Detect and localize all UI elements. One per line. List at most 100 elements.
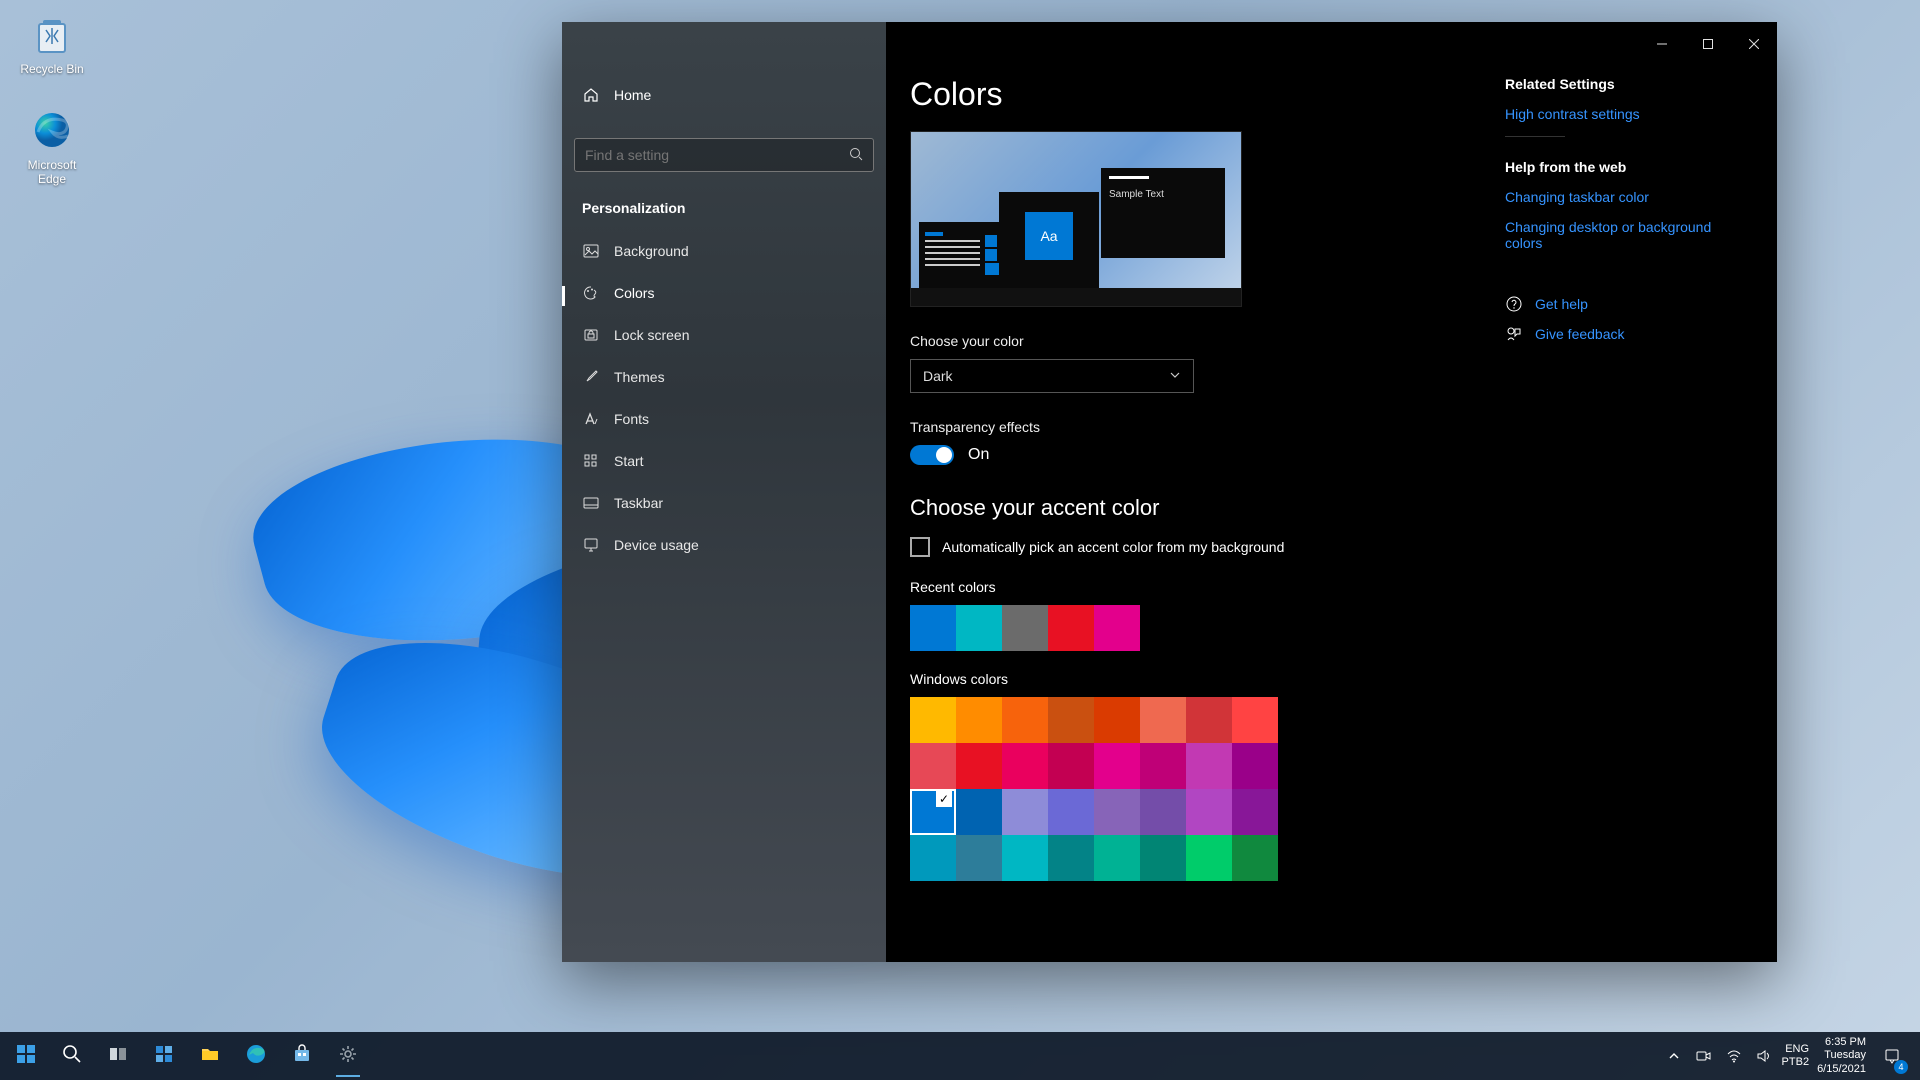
color-swatch[interactable] (1048, 697, 1094, 743)
search-box[interactable] (574, 138, 874, 172)
minimize-button[interactable] (1639, 25, 1685, 63)
settings-window: Settings Home Personalizat (562, 22, 1777, 962)
preview-aa: Aa (1025, 212, 1073, 260)
color-swatch[interactable] (1002, 835, 1048, 881)
color-swatch[interactable] (1232, 789, 1278, 835)
theme-preview: Aa Sample Text (910, 131, 1242, 307)
transparency-toggle[interactable] (910, 445, 954, 465)
sidebar-item-start[interactable]: Start (574, 440, 874, 482)
feedback-icon (1505, 325, 1523, 343)
meet-now-icon[interactable] (1694, 1046, 1714, 1066)
color-swatch[interactable] (1002, 605, 1048, 651)
color-swatch[interactable] (910, 743, 956, 789)
taskbar-settings[interactable] (326, 1036, 370, 1076)
sidebar-item-lock-screen[interactable]: Lock screen (574, 314, 874, 356)
color-swatch[interactable] (1186, 789, 1232, 835)
volume-icon[interactable] (1754, 1046, 1774, 1066)
color-swatch[interactable] (1140, 743, 1186, 789)
color-swatch[interactable] (1048, 835, 1094, 881)
recent-colors-row (910, 605, 1481, 651)
color-swatch[interactable] (910, 835, 956, 881)
image-icon (582, 242, 600, 260)
taskbar-start[interactable] (4, 1036, 48, 1076)
color-swatch[interactable] (1232, 743, 1278, 789)
color-swatch[interactable] (956, 697, 1002, 743)
color-swatch[interactable] (1002, 743, 1048, 789)
widgets-icon (154, 1044, 174, 1069)
language-indicator[interactable]: ENG PTB2 (1782, 1043, 1810, 1069)
color-swatch[interactable] (1232, 697, 1278, 743)
color-swatch[interactable] (1186, 835, 1232, 881)
color-swatch[interactable] (1094, 789, 1140, 835)
recycle-bin-icon (28, 10, 76, 58)
desktop-icon-edge[interactable]: Microsoft Edge (12, 106, 92, 186)
section-header: Personalization (574, 196, 874, 230)
color-swatch[interactable] (1048, 743, 1094, 789)
font-icon (582, 410, 600, 428)
preview-sample-text: Sample Text (1109, 189, 1164, 200)
color-mode-select[interactable]: Dark (910, 359, 1194, 393)
auto-accent-checkbox[interactable] (910, 537, 930, 557)
get-help-label: Get help (1535, 296, 1588, 312)
color-swatch[interactable] (1002, 697, 1048, 743)
get-help-link[interactable]: Get help (1505, 295, 1745, 313)
taskbar-edge[interactable] (234, 1036, 278, 1076)
taskbar-widgets[interactable] (142, 1036, 186, 1076)
color-swatch[interactable] (1140, 789, 1186, 835)
sidebar-item-themes[interactable]: Themes (574, 356, 874, 398)
sidebar-item-label: Colors (614, 285, 654, 301)
link-taskbar-color[interactable]: Changing taskbar color (1505, 189, 1745, 205)
taskbar-explorer[interactable] (188, 1036, 232, 1076)
search-icon (62, 1044, 82, 1069)
sidebar-item-label: Taskbar (614, 495, 663, 511)
sidebar-item-background[interactable]: Background (574, 230, 874, 272)
color-swatch[interactable] (1094, 835, 1140, 881)
color-swatch[interactable] (956, 789, 1002, 835)
color-swatch[interactable] (1186, 743, 1232, 789)
clock[interactable]: 6:35 PM Tuesday 6/15/2021 (1817, 1036, 1866, 1076)
recent-colors-label: Recent colors (910, 579, 1481, 595)
color-swatch[interactable] (1048, 605, 1094, 651)
tray-chevron-icon[interactable] (1664, 1046, 1684, 1066)
color-swatch[interactable] (1140, 697, 1186, 743)
taskbar-task-view[interactable] (96, 1036, 140, 1076)
give-feedback-link[interactable]: Give feedback (1505, 325, 1745, 343)
search-input[interactable] (585, 147, 849, 163)
color-swatch[interactable] (1140, 835, 1186, 881)
store-icon (292, 1044, 312, 1069)
clock-date: 6/15/2021 (1817, 1063, 1866, 1076)
color-swatch[interactable] (910, 605, 956, 651)
close-button[interactable] (1731, 25, 1777, 63)
link-desktop-colors[interactable]: Changing desktop or background colors (1505, 219, 1745, 251)
sidebar-item-colors[interactable]: Colors (574, 272, 874, 314)
wifi-icon[interactable] (1724, 1046, 1744, 1066)
color-swatch[interactable] (956, 605, 1002, 651)
color-swatch[interactable] (956, 743, 1002, 789)
gear-icon (338, 1044, 358, 1069)
related-heading: Related Settings (1505, 76, 1745, 92)
color-swatch[interactable] (1094, 697, 1140, 743)
color-swatch[interactable] (1232, 835, 1278, 881)
color-swatch[interactable] (910, 697, 956, 743)
nav-home[interactable]: Home (574, 76, 874, 114)
notifications-button[interactable]: 4 (1874, 1036, 1910, 1076)
taskbar-search[interactable] (50, 1036, 94, 1076)
taskbar-icon (582, 494, 600, 512)
sidebar-item-fonts[interactable]: Fonts (574, 398, 874, 440)
sidebar-item-device-usage[interactable]: Device usage (574, 524, 874, 566)
color-swatch[interactable] (1094, 743, 1140, 789)
sidebar-item-taskbar[interactable]: Taskbar (574, 482, 874, 524)
transparency-toggle-row: On (910, 445, 1481, 465)
color-swatch[interactable] (956, 835, 1002, 881)
color-swatch[interactable]: ✓ (910, 789, 956, 835)
link-high-contrast[interactable]: High contrast settings (1505, 106, 1745, 122)
taskbar-store[interactable] (280, 1036, 324, 1076)
select-value: Dark (923, 368, 953, 384)
maximize-button[interactable] (1685, 25, 1731, 63)
color-swatch[interactable] (1002, 789, 1048, 835)
preview-window-b: Aa (999, 192, 1099, 290)
color-swatch[interactable] (1186, 697, 1232, 743)
desktop-icon-recycle-bin[interactable]: Recycle Bin (12, 10, 92, 76)
color-swatch[interactable] (1048, 789, 1094, 835)
color-swatch[interactable] (1094, 605, 1140, 651)
